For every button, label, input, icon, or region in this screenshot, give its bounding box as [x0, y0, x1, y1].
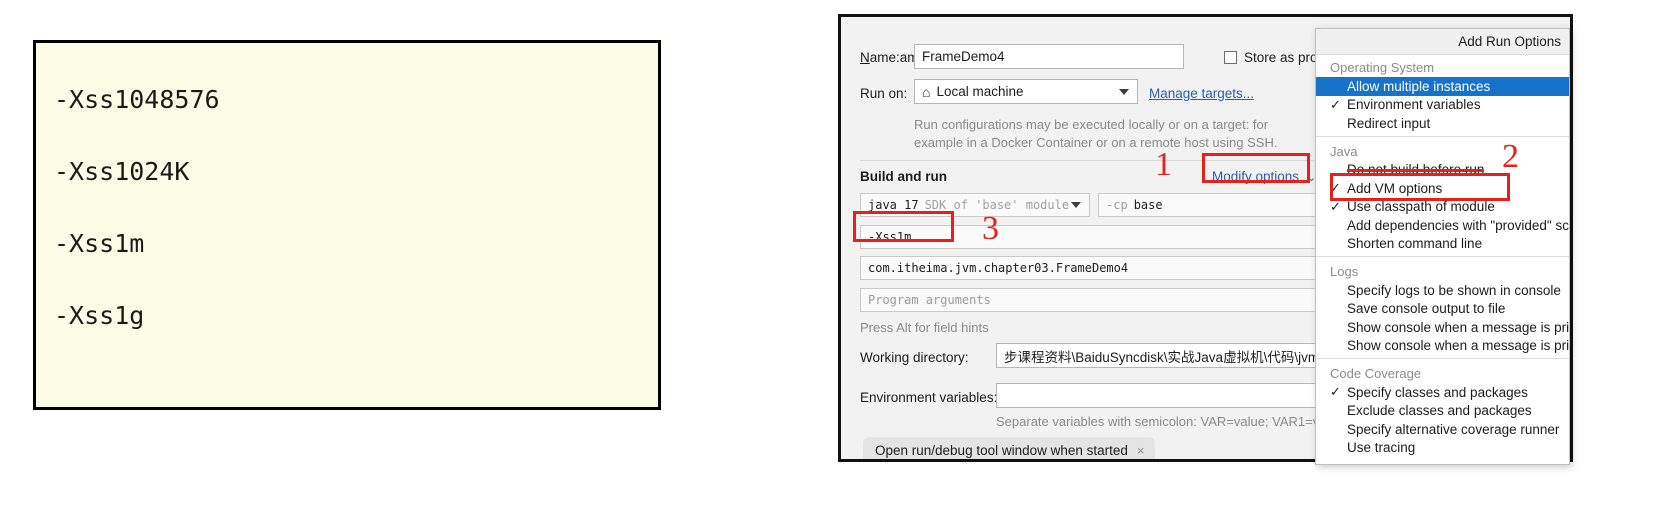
- check-icon: ✓: [1330, 96, 1341, 112]
- menu-item[interactable]: Specify alternative coverage runner: [1316, 420, 1569, 439]
- note-line-3: -Xss1g: [54, 301, 145, 330]
- check-icon: ✓: [1330, 180, 1341, 196]
- menu-item[interactable]: Shorten command line: [1316, 235, 1569, 254]
- menu-group-label: Logs: [1330, 264, 1359, 279]
- add-run-options-menu: Add Run Options Operating System Allow mu…: [1315, 28, 1570, 465]
- chevron-down-icon[interactable]: [1119, 88, 1129, 95]
- jdk-value: java 17: [868, 198, 919, 212]
- run-on-description-line1: Run configurations may be executed local…: [914, 117, 1269, 132]
- menu-item-label: Environment variables: [1347, 97, 1481, 113]
- menu-item[interactable]: ✓ Use classpath of module: [1316, 198, 1569, 217]
- working-directory-label: Working directory:: [860, 350, 969, 365]
- environment-variables-hint: Separate variables with semicolon: VAR=v…: [996, 414, 1352, 429]
- menu-item[interactable]: Allow multiple instances: [1316, 77, 1569, 96]
- menu-item[interactable]: Show console when a message is printed t…: [1316, 337, 1569, 356]
- chevron-down-icon[interactable]: [1071, 202, 1081, 208]
- menu-body: Operating System Allow multiple instances…: [1316, 55, 1569, 457]
- menu-item[interactable]: ✓ Add VM options: [1316, 179, 1569, 198]
- note-line-1: -Xss1024K: [54, 157, 190, 186]
- menu-item-label: Redirect input: [1347, 115, 1431, 131]
- field-hints-text: Press Alt for field hints: [860, 320, 989, 335]
- menu-group-label: Code Coverage: [1330, 366, 1422, 381]
- name-input-value: FrameDemo4: [922, 49, 1005, 64]
- menu-item[interactable]: Redirect input: [1316, 114, 1569, 133]
- menu-title: Add Run Options: [1316, 29, 1569, 55]
- note-line-0: -Xss1048576: [54, 85, 220, 114]
- menu-item-label: Specify alternative coverage runner: [1347, 421, 1560, 437]
- menu-item-label: Specify logs to be shown in console: [1347, 282, 1561, 298]
- menu-item-label: Add VM options: [1347, 180, 1443, 196]
- menu-item-label: Allow multiple instances: [1347, 78, 1491, 94]
- menu-item[interactable]: Specify logs to be shown in console: [1316, 281, 1569, 300]
- menu-item-label: Shorten command line: [1347, 236, 1483, 252]
- menu-item-label: Show console when a message is printed t…: [1347, 338, 1569, 354]
- run-on-description-line2: example in a Docker Container or on a re…: [914, 135, 1278, 150]
- run-on-combobox[interactable]: ⌂ Local machine: [914, 79, 1138, 104]
- menu-item-label: Exclude classes and packages: [1347, 403, 1532, 419]
- jdk-combobox[interactable]: java 17 SDK of 'base' module: [860, 193, 1090, 217]
- environment-variables-label: Environment variables:: [860, 390, 998, 405]
- menu-item[interactable]: ✓ Specify classes and packages: [1316, 383, 1569, 402]
- open-run-debug-tool-window-tab[interactable]: Open run/debug tool window when started …: [863, 437, 1155, 459]
- check-icon: ✓: [1330, 384, 1341, 400]
- menu-item-label: Show console when a message is printed t…: [1347, 319, 1569, 335]
- menu-item-label: Add dependencies with "provided" scope t…: [1347, 217, 1569, 233]
- menu-item-label: Use classpath of module: [1347, 199, 1495, 215]
- screenshot-root: -Xss1048576 -Xss1024K -Xss1m -Xss1g Name…: [0, 0, 1673, 527]
- store-as-project-file-checkbox[interactable]: Store as proje: [1224, 50, 1328, 65]
- note-line-2: -Xss1m: [54, 229, 145, 258]
- menu-item[interactable]: Show console when a message is printed t…: [1316, 318, 1569, 337]
- classpath-prefix: -cp: [1106, 198, 1128, 212]
- menu-item-label: Use tracing: [1347, 440, 1416, 456]
- menu-item[interactable]: Exclude classes and packages: [1316, 402, 1569, 421]
- checkbox-icon[interactable]: [1224, 51, 1237, 64]
- program-arguments-placeholder: Program arguments: [868, 293, 991, 307]
- menu-item[interactable]: ✓ Environment variables: [1316, 96, 1569, 115]
- annotation-number-2: 2: [1502, 138, 1519, 175]
- menu-group-label: Operating System: [1330, 60, 1435, 75]
- classpath-module: base: [1133, 198, 1163, 212]
- manage-targets-link-text: Manage targets...: [1149, 86, 1255, 101]
- vm-options-note-panel: -Xss1048576 -Xss1024K -Xss1m -Xss1g: [33, 40, 661, 410]
- menu-item[interactable]: Save console output to file: [1316, 300, 1569, 319]
- close-icon[interactable]: ×: [1137, 443, 1145, 458]
- check-icon: ✓: [1330, 198, 1341, 214]
- annotation-number-3: 3: [982, 210, 999, 247]
- open-run-debug-tool-window-label: Open run/debug tool window when started: [875, 442, 1128, 458]
- run-on-value: Local machine: [936, 84, 1024, 99]
- menu-item[interactable]: Do not build before run: [1316, 161, 1569, 180]
- main-class-value: com.itheima.jvm.chapter03.FrameDemo4: [868, 261, 1129, 275]
- menu-item-label: Save console output to file: [1347, 301, 1506, 317]
- menu-item-label: Specify classes and packages: [1347, 384, 1528, 400]
- vm-options-value: -Xss1m: [868, 230, 912, 244]
- menu-separator: [1316, 256, 1569, 257]
- modify-options-link-text: Modify options: [1212, 169, 1300, 184]
- modify-options-link[interactable]: Modify options ⌄: [1212, 169, 1316, 184]
- annotation-number-1: 1: [1155, 146, 1172, 183]
- menu-group-label: Java: [1330, 143, 1358, 159]
- build-and-run-heading: Build and run: [860, 169, 947, 184]
- manage-targets-link[interactable]: Manage targets...: [1149, 86, 1254, 101]
- home-icon: ⌂: [922, 83, 931, 100]
- menu-separator: [1316, 358, 1569, 359]
- menu-item[interactable]: Use tracing: [1316, 439, 1569, 458]
- name-input[interactable]: FrameDemo4: [914, 44, 1184, 69]
- menu-item-label: Do not build before run: [1347, 162, 1485, 178]
- menu-item[interactable]: Add dependencies with "provided" scope t…: [1316, 216, 1569, 235]
- run-on-label: Run on:: [860, 86, 908, 101]
- menu-separator: [1316, 135, 1569, 137]
